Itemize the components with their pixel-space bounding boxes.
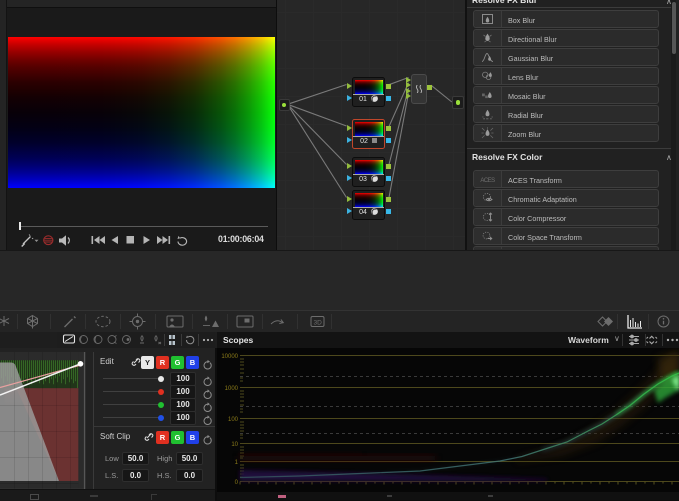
svg-text:100: 100 [228, 417, 239, 423]
svg-text:10000: 10000 [221, 354, 238, 360]
svg-text:0: 0 [235, 480, 239, 486]
svg-text:10: 10 [231, 442, 238, 448]
svg-text:1: 1 [235, 460, 239, 466]
svg-text:1000: 1000 [225, 386, 239, 392]
svg-text:3D: 3D [314, 320, 323, 327]
